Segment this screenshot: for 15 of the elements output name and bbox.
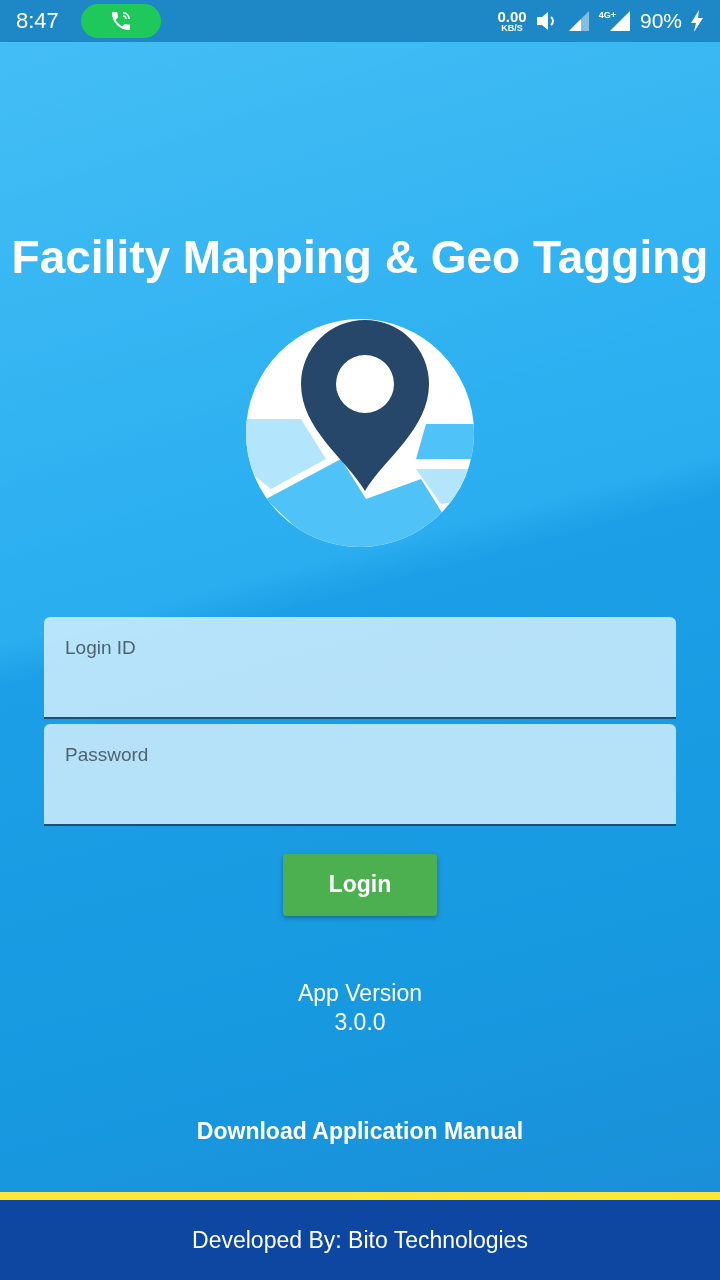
- speed-value: 0.00: [497, 9, 527, 24]
- speed-unit: KB/S: [501, 24, 523, 33]
- version-label: App Version: [298, 979, 422, 1007]
- input-field[interactable]: Password: [44, 723, 676, 826]
- lightning-icon: [690, 10, 704, 32]
- login-button[interactable]: Login: [283, 853, 437, 916]
- call-pill[interactable]: [80, 4, 161, 38]
- clock-time: 8:47: [16, 8, 59, 34]
- manual-link[interactable]: Download Application Manual: [196, 1117, 524, 1145]
- network-type: 4G+: [598, 10, 616, 20]
- app-title: Facility Mapping & Geo Tagging: [11, 232, 709, 283]
- version-number: 3.0.0: [334, 1008, 386, 1036]
- input-field[interactable]: Login ID: [44, 616, 676, 719]
- battery-percent: 90%: [639, 9, 682, 33]
- developer-credit: Developed By: Bito Technologies: [192, 1226, 528, 1254]
